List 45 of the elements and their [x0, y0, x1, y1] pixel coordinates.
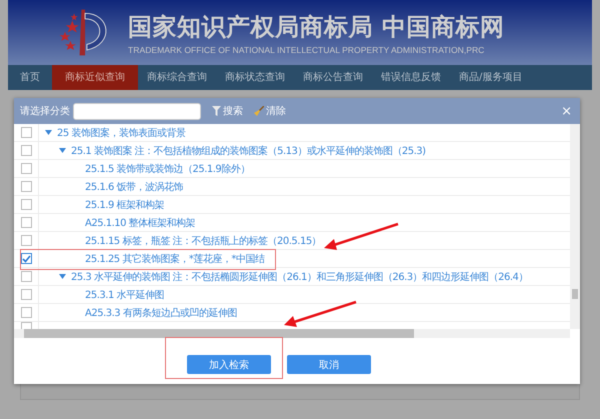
category-item[interactable]: 25.3.1 水平延伸图 [85, 288, 164, 302]
filter-label: 请选择分类 [20, 104, 70, 118]
funnel-icon [212, 106, 221, 116]
checkbox[interactable] [20, 127, 32, 138]
checkbox[interactable] [20, 163, 32, 174]
nav-tab[interactable]: 商品/服务项目 [450, 65, 532, 90]
category-item[interactable]: 25.1.25 其它装饰图案，*莲花座，*中国结 [85, 252, 264, 266]
category-item[interactable]: 25.1.9 框架和构架 [85, 198, 164, 212]
expand-caret-icon[interactable] [59, 148, 66, 153]
nav-tab[interactable]: 商标状态查询 [216, 65, 294, 90]
cancel-button[interactable]: 取消 [287, 355, 371, 374]
checkbox[interactable] [20, 145, 32, 156]
category-item[interactable]: 25.1.15 标签，瓶签 注：不包括瓶上的标签（20.5.15） [85, 234, 322, 248]
site-title: 国家知识产权局商标局 中国商标网 [128, 10, 504, 42]
checkbox[interactable] [20, 253, 32, 264]
close-button[interactable]: × [561, 104, 572, 118]
horizontal-scrollbar[interactable] [14, 329, 570, 338]
checkbox[interactable] [20, 181, 32, 192]
site-subtitle: TRADEMARK OFFICE OF NATIONAL INTELLECTUAL PROPERTY ADMINISTRATION,PRC [128, 44, 486, 54]
category-item[interactable]: 25.3 水平延伸的装饰图 注：不包括椭圆形延伸图（26.1）和三角形延伸图（26.3）和四边形延伸图（26.4） [71, 270, 528, 284]
expand-caret-icon[interactable] [45, 130, 52, 135]
broom-icon [254, 106, 264, 116]
category-item[interactable]: A25.1.10 整体框架和构架 [85, 216, 196, 230]
nav-tab[interactable]: 商标综合查询 [138, 65, 216, 90]
nav-tab[interactable]: 商标公告查询 [294, 65, 372, 90]
checkbox[interactable] [20, 199, 32, 210]
checkbox[interactable] [20, 289, 32, 300]
clear-button[interactable]: 清除 [250, 104, 290, 118]
filter-input[interactable] [73, 102, 201, 120]
category-item[interactable]: A25.3.3 有两条短边凸或凹的延伸图 [85, 306, 237, 320]
add-to-search-button[interactable]: 加入检索 [187, 355, 271, 374]
expand-caret-icon[interactable] [59, 274, 66, 279]
category-item[interactable]: 25 装饰图案，装饰表面或背景 [57, 126, 186, 140]
nav-tab[interactable]: 商标近似查询 [52, 65, 138, 90]
checkbox[interactable] [20, 217, 32, 228]
checkbox[interactable] [20, 235, 32, 246]
nav-tab[interactable]: 首页 [8, 65, 52, 90]
vertical-scrollbar[interactable] [570, 124, 580, 329]
category-item[interactable]: 25.1.6 饭带，波涡花饰 [85, 180, 183, 194]
checkbox[interactable] [20, 307, 32, 318]
checkbox[interactable] [20, 271, 32, 282]
category-item[interactable]: 25.1 装饰图案 注：不包括植物组成的装饰图案（5.13）或水平延伸的装饰图（25.3) [71, 144, 426, 158]
nav-tab[interactable]: 错误信息反馈 [372, 65, 450, 90]
search-button[interactable]: 搜索 [208, 104, 247, 118]
category-item[interactable]: 25.1.5 装饰带或装饰边（25.1.9除外） [85, 162, 250, 176]
